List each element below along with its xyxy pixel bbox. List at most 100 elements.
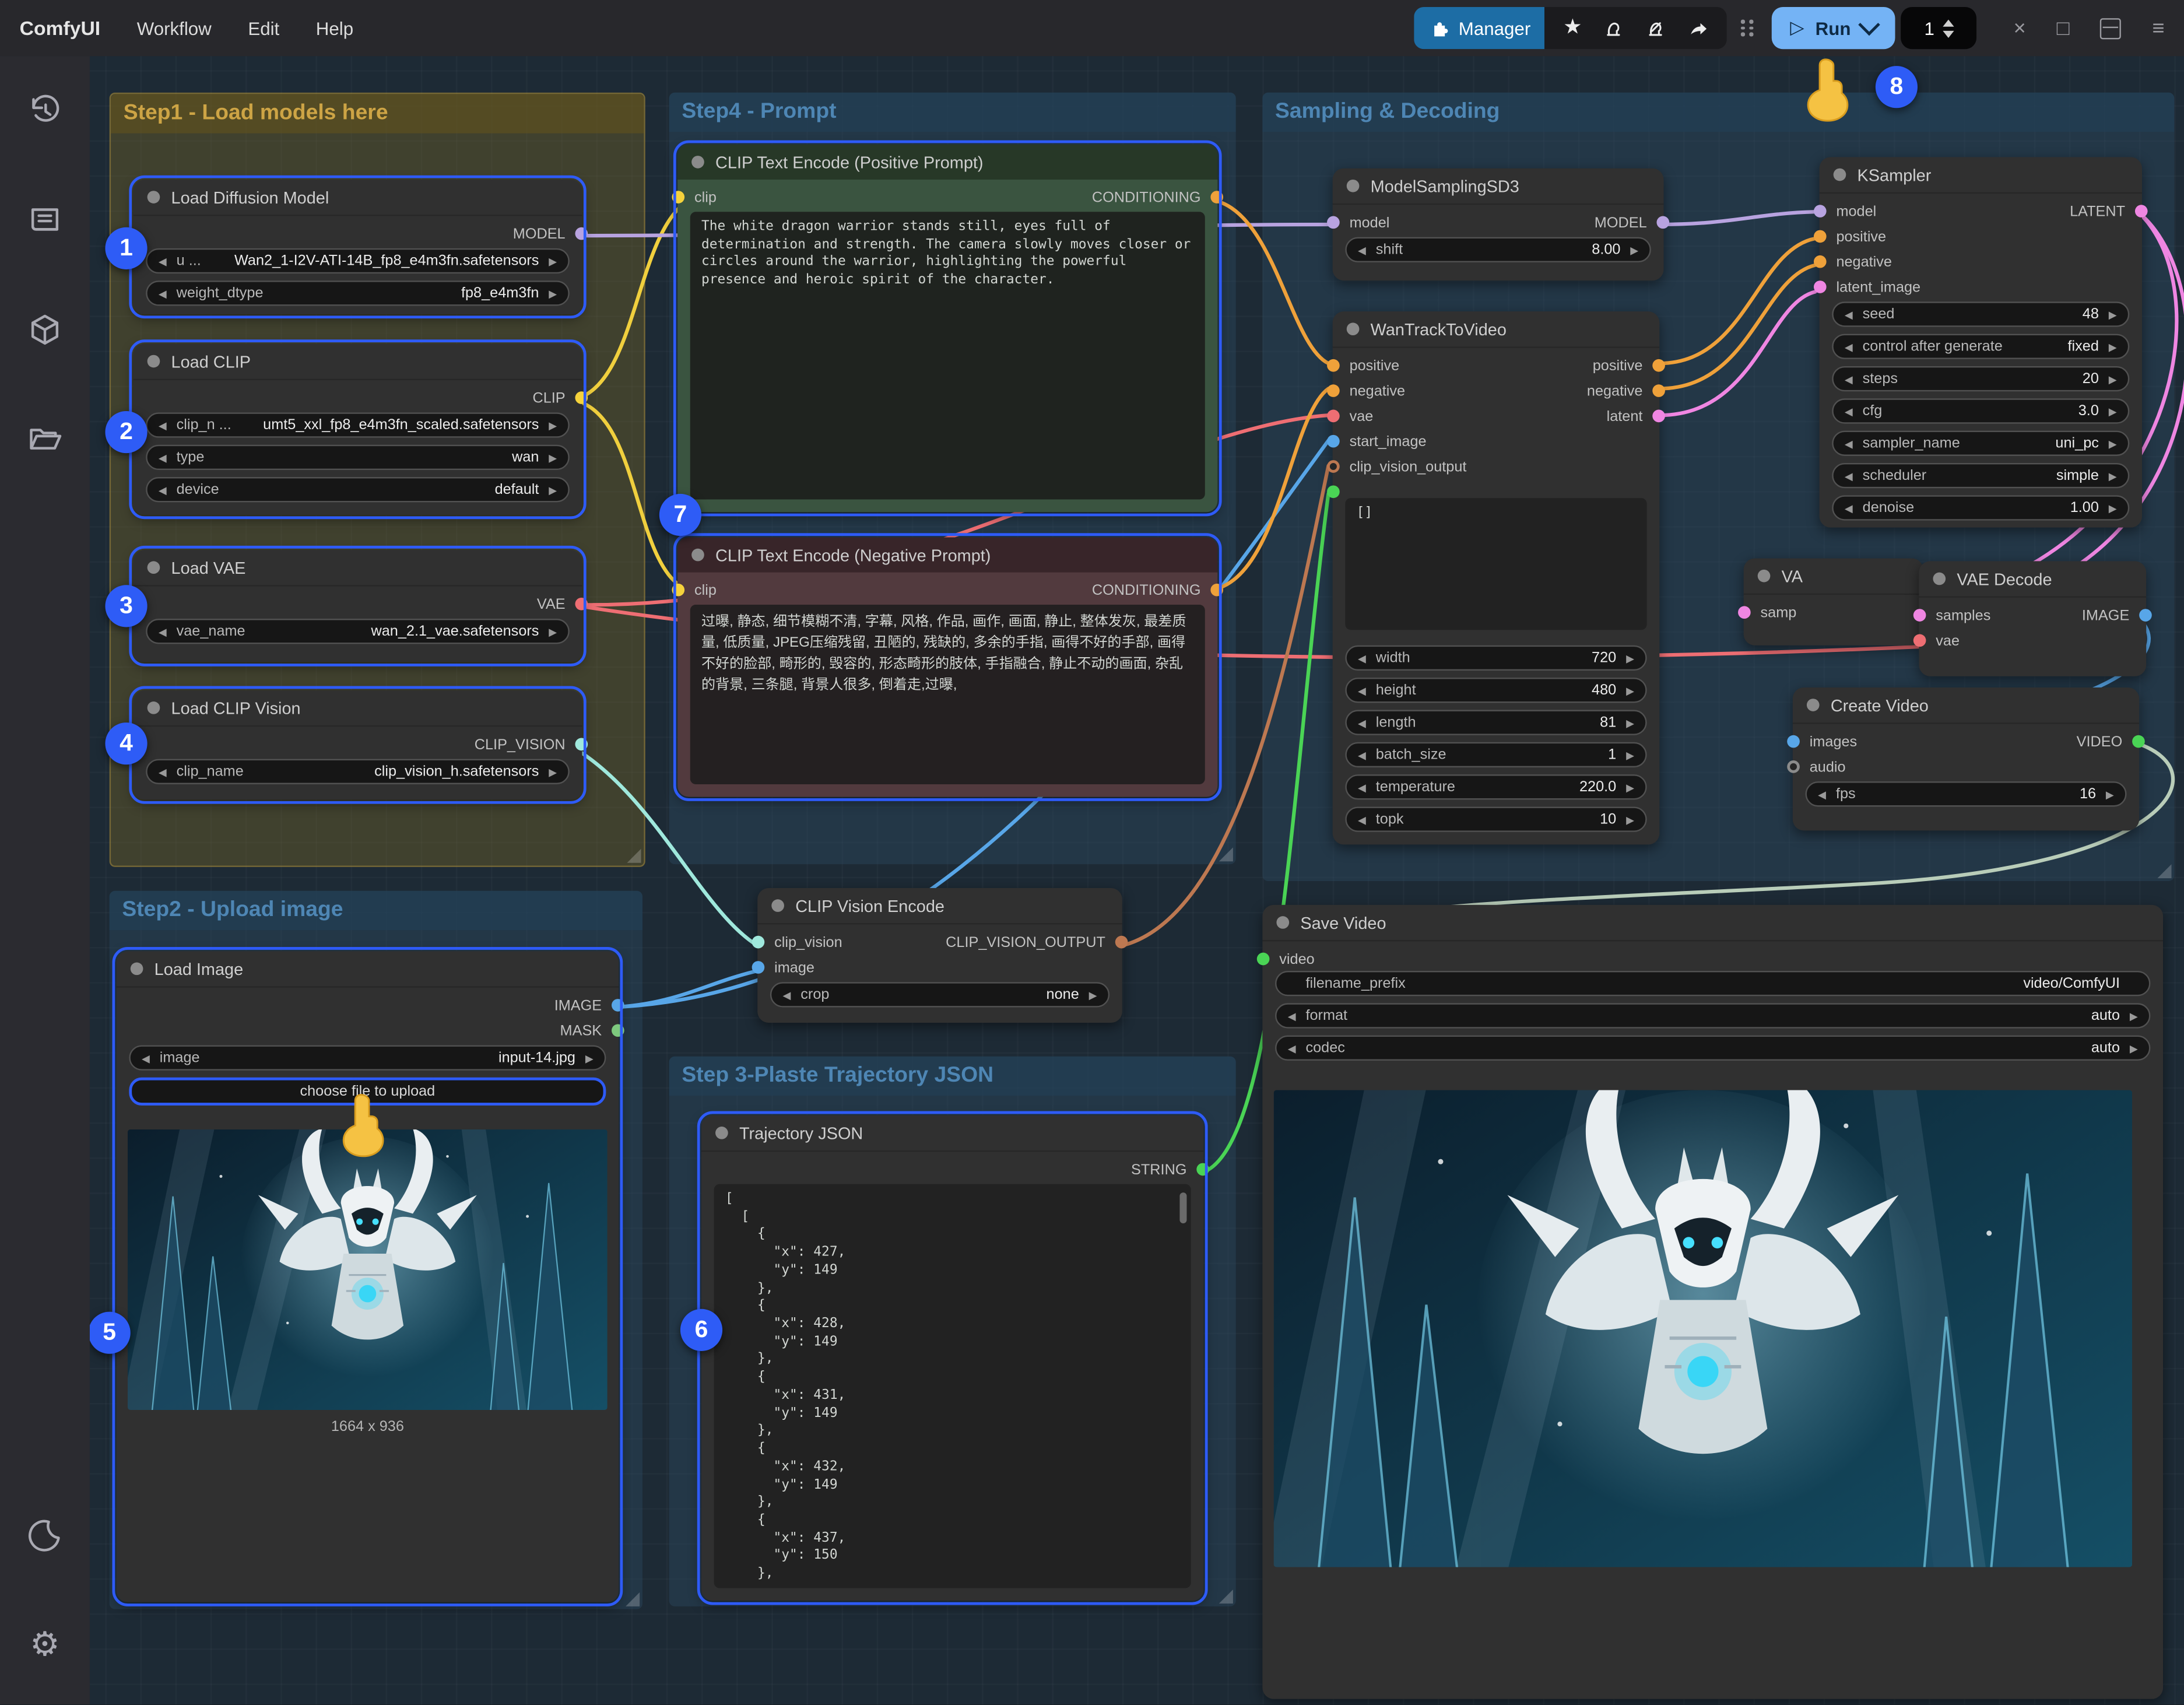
- increment-icon[interactable]: ▶: [2109, 469, 2117, 482]
- port-dot[interactable]: [752, 961, 765, 974]
- increment-icon[interactable]: ▶: [1089, 988, 1097, 1001]
- increment-icon[interactable]: ▶: [2109, 308, 2117, 321]
- port-dot[interactable]: [2132, 735, 2145, 748]
- positive-prompt-textarea[interactable]: The white dragon warrior stands still, e…: [690, 212, 1205, 499]
- port-conditioning[interactable]: CONDITIONING: [1092, 188, 1223, 206]
- port-dot[interactable]: [1196, 1163, 1209, 1176]
- node-load-diffusion-model[interactable]: Load Diffusion Model MODEL ◀u ...Wan2_1-…: [134, 180, 582, 314]
- node-header[interactable]: ModelSamplingSD3: [1333, 169, 1664, 205]
- port-dot[interactable]: [1913, 609, 1926, 622]
- increment-icon[interactable]: ▶: [549, 483, 557, 496]
- share-icon[interactable]: [1688, 17, 1710, 39]
- collapse-dot-icon[interactable]: [131, 963, 143, 976]
- widget-format[interactable]: ◀formatauto▶: [1275, 1003, 2150, 1028]
- queue-steppers[interactable]: [1943, 19, 1954, 37]
- run-button[interactable]: ▷ Run: [1772, 7, 1895, 49]
- widget-vae-name[interactable]: ◀vae_namewan_2.1_vae.safetensors▶: [146, 619, 570, 644]
- node-header[interactable]: Save Video: [1262, 905, 2163, 942]
- menu-help[interactable]: Help: [316, 17, 353, 38]
- port-dot[interactable]: [575, 738, 588, 751]
- collapse-dot-icon[interactable]: [1347, 180, 1360, 192]
- settings-gear-icon[interactable]: ⚙: [24, 1623, 66, 1665]
- workflows-folder-icon[interactable]: [24, 418, 66, 460]
- widget-scheduler[interactable]: ◀schedulersimple▶: [1832, 463, 2129, 488]
- widget-cfg[interactable]: ◀cfg3.0▶: [1832, 398, 2129, 423]
- negative-prompt-textarea[interactable]: 过曝, 静态, 细节模糊不清, 字幕, 风格, 作品, 画作, 画面, 静止, …: [690, 605, 1205, 784]
- group-step3-title[interactable]: Step 3-Plaste Trajectory JSON: [669, 1057, 1236, 1096]
- port-positive[interactable]: positive: [1327, 356, 1466, 374]
- port-dot[interactable]: [1210, 191, 1223, 204]
- port-clip_vision_output[interactable]: CLIP_VISION_OUTPUT: [946, 933, 1128, 951]
- decrement-icon[interactable]: ◀: [1358, 716, 1366, 729]
- port-clip_vision_output[interactable]: clip_vision_output: [1327, 457, 1466, 475]
- decrement-icon[interactable]: ◀: [1845, 469, 1853, 482]
- decrement-icon[interactable]: ◀: [1358, 813, 1366, 826]
- node-header[interactable]: VAE Decode: [1919, 561, 2146, 598]
- collapse-dot-icon[interactable]: [1758, 570, 1771, 583]
- node-load-clip-vision[interactable]: Load CLIP Vision CLIP_VISION ◀clip_namec…: [134, 690, 582, 800]
- port-video[interactable]: video: [1257, 950, 1315, 968]
- bottom-panel-toggle-button[interactable]: [2100, 15, 2121, 41]
- increment-icon[interactable]: ▶: [2109, 340, 2117, 353]
- port-positive[interactable]: positive: [1814, 227, 1920, 245]
- node-header[interactable]: CLIP Text Encode (Negative Prompt): [677, 537, 1217, 572]
- port-dot[interactable]: [1257, 953, 1270, 966]
- port-negative[interactable]: negative: [1814, 252, 1920, 271]
- node-header[interactable]: CLIP Text Encode (Positive Prompt): [677, 145, 1217, 180]
- port-dot[interactable]: [575, 227, 588, 240]
- decrement-icon[interactable]: ◀: [1358, 243, 1366, 256]
- port-latent[interactable]: LATENT: [2070, 202, 2147, 220]
- port-dot[interactable]: [1210, 584, 1223, 597]
- decrement-icon[interactable]: ◀: [159, 765, 167, 778]
- port-latent_image[interactable]: latent_image: [1814, 278, 1920, 296]
- queue-count[interactable]: 1: [1901, 7, 1977, 49]
- port-dot[interactable]: [1656, 216, 1669, 229]
- increment-icon[interactable]: ▶: [549, 419, 557, 431]
- node-header[interactable]: WanTrackToVideo: [1333, 311, 1660, 348]
- step-up-icon[interactable]: [1943, 19, 1954, 26]
- port-string[interactable]: STRING: [1131, 1160, 1209, 1178]
- collapse-dot-icon[interactable]: [1276, 916, 1289, 929]
- port-model[interactable]: model: [1327, 213, 1389, 231]
- decrement-icon[interactable]: ◀: [1818, 788, 1826, 801]
- toggle-icon-2[interactable]: [1646, 17, 1668, 39]
- increment-icon[interactable]: ▶: [2106, 788, 2114, 801]
- decrement-icon[interactable]: ◀: [1288, 1041, 1296, 1054]
- toggle-icon-1[interactable]: [1603, 17, 1625, 39]
- port-model[interactable]: MODEL: [1595, 213, 1669, 231]
- node-wan-track-to-video[interactable]: WanTrackToVideo positivenegativevaestart…: [1333, 311, 1660, 844]
- widget-type[interactable]: ◀typewan▶: [146, 445, 570, 470]
- port-clip[interactable]: clip: [672, 581, 716, 599]
- widget-image[interactable]: ◀imageinput-14.jpg▶: [129, 1045, 606, 1070]
- widget-steps[interactable]: ◀steps20▶: [1832, 366, 2129, 391]
- node-header[interactable]: KSampler: [1820, 157, 2142, 194]
- increment-icon[interactable]: ▶: [1626, 716, 1634, 729]
- widget-clip-n-[interactable]: ◀clip_n ...umt5_xxl_fp8_e4m3fn_scaled.sa…: [146, 412, 570, 437]
- menu-edit[interactable]: Edit: [248, 17, 279, 38]
- decrement-icon[interactable]: ◀: [1845, 437, 1853, 450]
- increment-icon[interactable]: ▶: [585, 1051, 594, 1064]
- port-clip[interactable]: CLIP: [532, 388, 588, 406]
- decrement-icon[interactable]: ◀: [159, 483, 167, 496]
- group-step4-title[interactable]: Step4 - Prompt: [669, 93, 1236, 132]
- node-header[interactable]: Load Diffusion Model: [134, 180, 582, 216]
- decrement-icon[interactable]: ◀: [159, 419, 167, 431]
- widget-crop[interactable]: ◀cropnone▶: [770, 982, 1109, 1007]
- decrement-icon[interactable]: ◀: [1845, 405, 1853, 418]
- decrement-icon[interactable]: ◀: [142, 1051, 150, 1064]
- widget-width[interactable]: ◀width720▶: [1345, 645, 1646, 671]
- port-dot[interactable]: [672, 584, 684, 597]
- port-dot[interactable]: [1814, 255, 1827, 268]
- widget-height[interactable]: ◀height480▶: [1345, 678, 1646, 703]
- port-dot[interactable]: [1327, 359, 1340, 372]
- port-negative[interactable]: negative: [1587, 381, 1665, 399]
- drag-handle-icon[interactable]: [1741, 20, 1755, 36]
- decrement-icon[interactable]: ◀: [1358, 749, 1366, 762]
- port-dot[interactable]: [2135, 205, 2148, 217]
- node-ksampler[interactable]: KSampler modelpositivenegativelatent_ima…: [1820, 157, 2142, 527]
- node-trajectory-json[interactable]: Trajectory JSON STRING [ [ { "x": 427, "…: [701, 1115, 1203, 1601]
- star-icon[interactable]: ★: [1561, 17, 1583, 39]
- history-icon[interactable]: [24, 90, 66, 132]
- port-dot[interactable]: [672, 191, 684, 204]
- increment-icon[interactable]: ▶: [549, 287, 557, 300]
